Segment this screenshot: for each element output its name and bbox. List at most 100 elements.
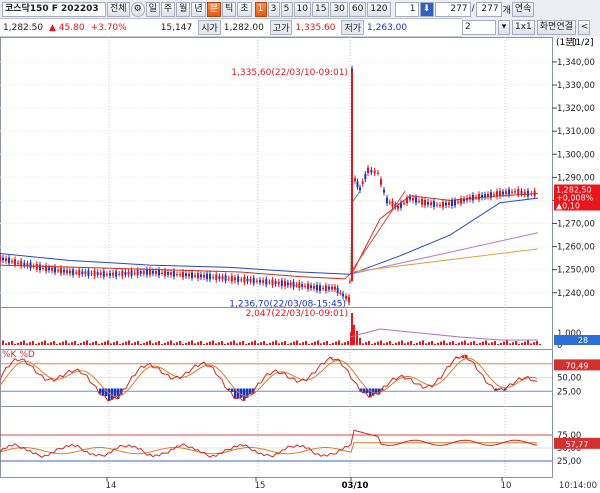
interval-button-1[interactable]: 3 bbox=[268, 2, 280, 17]
candle-body bbox=[487, 194, 489, 197]
count-input[interactable]: 1 bbox=[395, 2, 419, 17]
price-tick-label: 1,270,00 bbox=[557, 220, 595, 230]
volume-bar bbox=[311, 343, 313, 345]
candle-body bbox=[84, 271, 86, 274]
candle-body bbox=[109, 273, 111, 276]
chevron-down-icon[interactable]: ▾ bbox=[498, 20, 510, 35]
volume-bar bbox=[497, 344, 499, 345]
period-button-5[interactable]: 틱 bbox=[222, 2, 236, 17]
candle-body bbox=[412, 198, 414, 201]
price-tick-label: 1,310,00 bbox=[557, 127, 595, 137]
candle-body bbox=[287, 282, 289, 285]
volume-bar bbox=[320, 343, 322, 345]
period-button-6[interactable]: 초 bbox=[237, 2, 251, 17]
interval-button-2[interactable]: 5 bbox=[281, 2, 293, 17]
candle-body bbox=[517, 189, 519, 195]
interval-button-0[interactable]: 1 bbox=[255, 2, 267, 17]
ratio-button[interactable]: 1x1 bbox=[512, 20, 535, 35]
candle-body bbox=[430, 202, 432, 205]
volume-bar bbox=[479, 343, 481, 345]
volume-bar bbox=[488, 343, 490, 345]
high-label: 고가 bbox=[270, 20, 293, 35]
volume-bar bbox=[212, 340, 214, 345]
volume-current-label: 28 bbox=[578, 336, 588, 345]
volume-bar bbox=[284, 341, 286, 345]
chart-options: 2 ▾ 1x1 화면연결 < bbox=[462, 18, 600, 38]
volume-bar bbox=[281, 342, 283, 345]
interval-button-4[interactable]: 15 bbox=[312, 2, 329, 17]
link-button[interactable]: 화면연결 bbox=[537, 20, 576, 35]
candle-body bbox=[527, 191, 529, 197]
candle-body bbox=[508, 189, 510, 195]
chart-area[interactable]: 1,335,60(22/03/10-09:01)1,236,70(22/03/0… bbox=[0, 37, 600, 490]
period-button-2[interactable]: 월 bbox=[176, 2, 190, 17]
candle-body bbox=[127, 272, 129, 275]
candle-body bbox=[383, 190, 385, 193]
page-select[interactable]: 2 bbox=[462, 20, 496, 35]
candle-body bbox=[354, 178, 356, 181]
price-tick-label: 1,340,00 bbox=[557, 58, 595, 68]
candle-body bbox=[307, 284, 309, 290]
volume-bar bbox=[83, 342, 85, 345]
interval-button-6[interactable]: 60 bbox=[349, 2, 366, 17]
volume-bar bbox=[428, 342, 430, 345]
display-count-input[interactable]: 277 bbox=[435, 2, 471, 17]
volume-bar bbox=[11, 341, 13, 345]
volume-bar bbox=[383, 343, 385, 345]
down-arrow-icon[interactable]: ⬇ bbox=[420, 2, 434, 17]
interval-button-3[interactable]: 10 bbox=[294, 2, 311, 17]
x-tick-label: 03/10 bbox=[342, 481, 369, 490]
candle-body bbox=[322, 288, 324, 289]
volume-bar bbox=[512, 342, 514, 345]
volume-bar bbox=[224, 344, 226, 345]
chart-svg[interactable]: 1,335,60(22/03/10-09:01)1,236,70(22/03/0… bbox=[0, 37, 600, 490]
volume-bar bbox=[230, 342, 232, 345]
stoch-current-label: 70,49 bbox=[566, 361, 589, 370]
period-button-1[interactable]: 주 bbox=[161, 2, 175, 17]
continuous-button[interactable]: 연속 bbox=[512, 2, 535, 17]
collapse-icon[interactable]: < bbox=[578, 20, 590, 35]
total-count: 277 bbox=[476, 2, 502, 17]
stoch-legend: %K %D bbox=[2, 350, 35, 360]
settings-icon[interactable]: ⚙ bbox=[131, 2, 145, 17]
candle-body bbox=[115, 271, 117, 277]
candle-body bbox=[272, 280, 274, 286]
volume-bar bbox=[485, 340, 487, 345]
interval-buttons: 13510153060120 bbox=[255, 2, 391, 17]
period-button-3[interactable]: 년 bbox=[191, 2, 205, 17]
period-button-0[interactable]: 일 bbox=[146, 2, 160, 17]
candle-body bbox=[100, 272, 102, 275]
volume-bar bbox=[74, 341, 76, 345]
volume-bar bbox=[443, 340, 445, 345]
candle-body bbox=[185, 273, 187, 276]
candle-body bbox=[298, 282, 300, 288]
interval-button-7[interactable]: 120 bbox=[367, 2, 390, 17]
volume-bar bbox=[389, 341, 391, 345]
volume-bar bbox=[431, 341, 433, 345]
stoch-oversold-fill bbox=[360, 389, 363, 392]
volume-bar bbox=[386, 342, 388, 345]
volume-bar bbox=[515, 341, 517, 345]
price-tick-label: 1,320,00 bbox=[557, 104, 595, 114]
volume-bar bbox=[410, 341, 412, 345]
candle-body bbox=[57, 270, 59, 271]
volume-bar bbox=[197, 342, 199, 345]
candle-body bbox=[149, 269, 151, 275]
all-button[interactable]: 전체 bbox=[107, 2, 130, 17]
symbol-selector[interactable]: 코스닥150 F 202203 bbox=[2, 2, 106, 17]
stoch-oversold-fill bbox=[375, 389, 378, 394]
interval-button-5[interactable]: 30 bbox=[330, 2, 347, 17]
candle-body bbox=[17, 263, 19, 264]
candle-body bbox=[146, 269, 148, 275]
volume-bar bbox=[221, 341, 223, 345]
volume-bar bbox=[5, 343, 7, 345]
volume-bar bbox=[41, 342, 43, 345]
stoch-tick-label: 50,00 bbox=[557, 374, 581, 384]
volume-bar bbox=[332, 343, 334, 345]
current-price: 1,282.50 bbox=[0, 23, 46, 33]
volume-bar bbox=[50, 342, 52, 345]
volume-bar bbox=[101, 343, 103, 345]
volume-bar bbox=[98, 344, 100, 345]
period-button-4[interactable]: 분 bbox=[207, 2, 221, 17]
volume-bar bbox=[158, 341, 160, 345]
